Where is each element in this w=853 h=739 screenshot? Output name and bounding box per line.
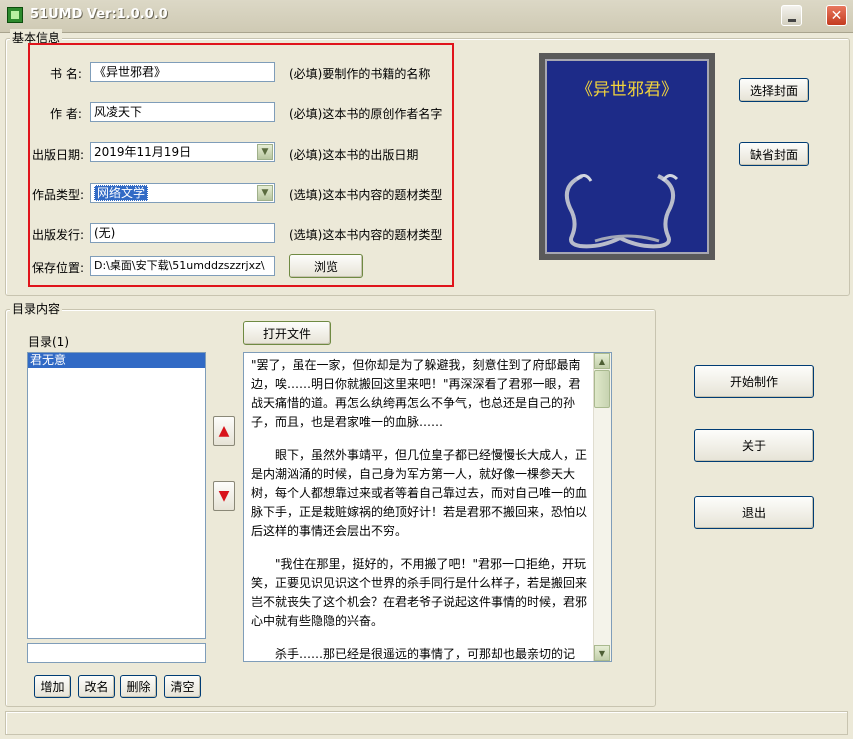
date-hint: (必填)这本书的出版日期 — [289, 148, 419, 162]
chevron-down-icon[interactable]: ▼ — [257, 185, 273, 201]
clear-button[interactable]: 清空 — [164, 675, 201, 698]
list-item[interactable]: 君无意 — [28, 353, 205, 368]
content-text: "罢了，虽在一家，但你却是为了躲避我，刻意住到了府邸最南边，唉……明日你就搬回这… — [251, 356, 591, 661]
content-paragraph: "罢了，虽在一家，但你却是为了躲避我，刻意住到了府邸最南边，唉……明日你就搬回这… — [251, 358, 581, 429]
name-field[interactable]: 《异世邪君》 — [90, 62, 275, 82]
rename-input[interactable] — [27, 643, 206, 663]
close-icon: ✕ — [830, 7, 843, 24]
cover-ornament — [565, 174, 679, 249]
genre-value: 网络文学 — [94, 185, 149, 201]
scroll-down-icon[interactable]: ▼ — [594, 645, 610, 661]
minimize-button[interactable] — [781, 5, 802, 26]
content-paragraph: 眼下，虽然外事靖平，但几位皇子都已经慢慢长大成人，正是内潮汹涌的时候，自己身为军… — [251, 448, 588, 538]
date-label: 出版日期: — [32, 148, 85, 162]
name-hint: (必填)要制作的书籍的名称 — [289, 67, 431, 81]
publisher-label: 出版发行: — [32, 228, 85, 242]
publisher-hint: (选填)这本书内容的题材类型 — [289, 228, 443, 242]
app-icon — [7, 7, 23, 23]
name-label: 书 名: — [50, 67, 82, 81]
title-bar: 51UMD Ver:1.0.0.0 ✕ — [0, 0, 853, 33]
toc-list[interactable]: 君无意 — [27, 352, 206, 639]
arrow-up-icon: ▲ — [218, 423, 230, 439]
toc-legend: 目录内容 — [10, 300, 63, 317]
save-path-field[interactable]: D:\桌面\安下载\51umddzszzrjxz\ — [90, 256, 275, 276]
content-paragraph: "我住在那里，挺好的，不用搬了吧！"君邪一口拒绝，开玩笑，正要见识见识这个世界的… — [251, 557, 588, 628]
about-button[interactable]: 关于 — [694, 429, 814, 462]
cover-preview: 《异世邪君》 — [539, 53, 715, 260]
author-hint: (必填)这本书的原创作者名字 — [289, 107, 443, 121]
content-textarea[interactable]: "罢了，虽在一家，但你却是为了躲避我，刻意住到了府邸最南边，唉……明日你就搬回这… — [243, 352, 612, 662]
chevron-down-icon[interactable]: ▼ — [257, 144, 273, 160]
save-label: 保存位置: — [32, 261, 85, 275]
close-button[interactable]: ✕ — [826, 5, 847, 26]
add-button[interactable]: 增加 — [34, 675, 71, 698]
default-cover-button[interactable]: 缺省封面 — [739, 142, 809, 166]
author-label: 作 者: — [50, 107, 82, 121]
genre-hint: (选填)这本书内容的题材类型 — [289, 188, 443, 202]
author-field[interactable]: 风凌天下 — [90, 102, 275, 122]
publisher-field[interactable]: (无) — [90, 223, 275, 243]
genre-label: 作品类型: — [32, 188, 85, 202]
exit-button[interactable]: 退出 — [694, 496, 814, 529]
select-cover-button[interactable]: 选择封面 — [739, 78, 809, 102]
content-paragraph: 杀手……那已经是很遥远的事情了，可那却也最亲切的记忆…… — [275, 647, 576, 661]
cover-image: 《异世邪君》 — [545, 59, 709, 254]
scroll-up-icon[interactable]: ▲ — [594, 353, 610, 369]
delete-button[interactable]: 删除 — [120, 675, 157, 698]
genre-select[interactable]: 网络文学 ▼ — [90, 183, 275, 203]
start-button[interactable]: 开始制作 — [694, 365, 814, 398]
arrow-down-icon: ▼ — [218, 488, 230, 504]
date-picker[interactable]: 2019年11月19日 ▼ — [90, 142, 275, 162]
move-down-button[interactable]: ▼ — [213, 481, 235, 511]
toc-list-label: 目录(1) — [28, 335, 69, 349]
vertical-scrollbar[interactable]: ▲ ▼ — [593, 353, 611, 661]
open-file-button[interactable]: 打开文件 — [243, 321, 331, 345]
move-up-button[interactable]: ▲ — [213, 416, 235, 446]
scroll-thumb[interactable] — [594, 370, 610, 408]
browse-button[interactable]: 浏览 — [289, 254, 363, 278]
status-bar — [5, 711, 848, 735]
window-title: 51UMD Ver:1.0.0.0 — [30, 7, 168, 22]
rename-button[interactable]: 改名 — [78, 675, 115, 698]
date-value: 2019年11月19日 — [94, 145, 192, 159]
